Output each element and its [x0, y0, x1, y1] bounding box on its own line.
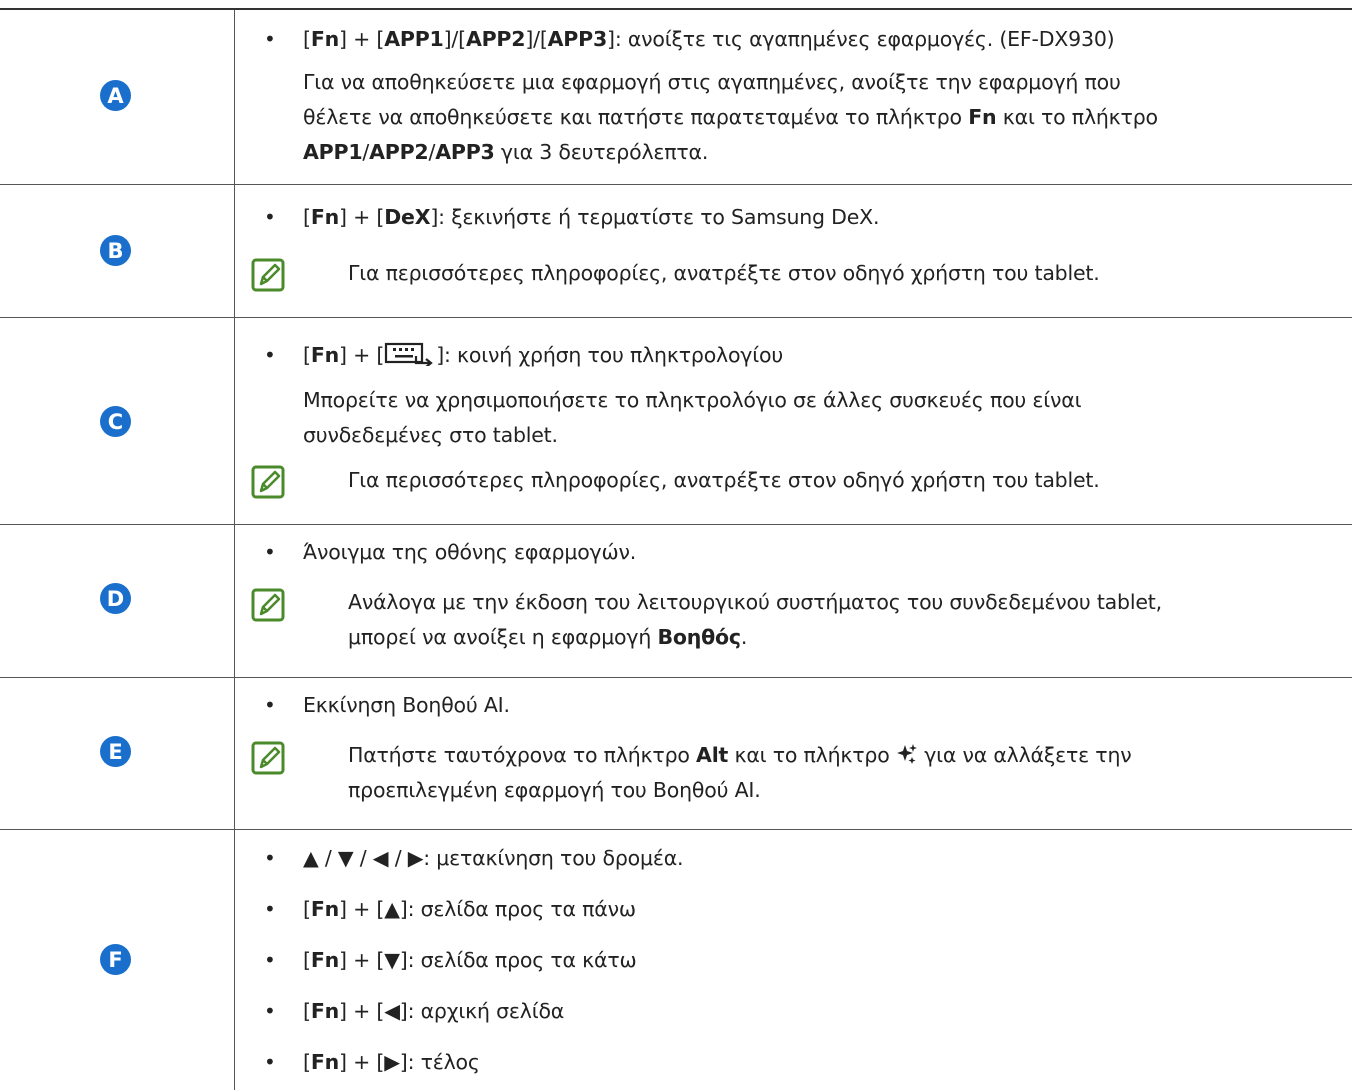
bullet: • [264, 948, 276, 972]
row-d-note-1: Ανάλογα με την έκδοση του λειτουργικού σ… [348, 590, 1162, 614]
row-e-note-1: Πατήστε ταυτόχρονα το πλήκτρο Alt και το… [348, 743, 1132, 767]
row-f-item-2: [Fn] + [▲]: σελίδα προς τα πάνω [303, 897, 636, 921]
row-a-line-4: APP1/APP2/APP3 για 3 δευτερόλεπτα. [303, 140, 709, 164]
badge-c: C [100, 406, 131, 437]
sparkle-key-icon [896, 744, 917, 764]
key-column: C [0, 318, 235, 524]
note-icon [251, 465, 285, 499]
bullet: • [264, 540, 276, 564]
table-row-e: E • Εκκίνηση Βοηθού AI. Πατήστε ταυτόχρο… [0, 678, 1352, 830]
table-row-c: C • [Fn] + []: κοινή χρήση του πληκτρολο… [0, 318, 1352, 525]
bullet: • [264, 693, 276, 717]
row-c-note: Για περισσότερες πληροφορίες, ανατρέξτε … [348, 468, 1100, 492]
table-row-b: B • [Fn] + [DeX]: ξεκινήστε ή τερματίστε… [0, 185, 1352, 318]
row-f-item-3: [Fn] + [▼]: σελίδα προς τα κάτω [303, 948, 637, 972]
badge-b: B [100, 235, 131, 266]
row-b-line-1: [Fn] + [DeX]: ξεκινήστε ή τερματίστε το … [303, 205, 880, 229]
badge-e: E [100, 736, 131, 767]
row-c-line-2: Μπορείτε να χρησιμοποιήσετε το πληκτρολό… [303, 388, 1082, 412]
note-icon [251, 258, 285, 292]
bullet: • [264, 205, 276, 229]
table-row-a: A • [Fn] + [APP1]/[APP2]/[APP3]: ανοίξτε… [0, 8, 1352, 185]
row-e-line-1: Εκκίνηση Βοηθού AI. [303, 693, 510, 717]
row-c-line-3: συνδεδεμένες στο tablet. [303, 423, 558, 447]
shortcut-table: A • [Fn] + [APP1]/[APP2]/[APP3]: ανοίξτε… [0, 8, 1352, 1090]
row-e-note-2: προεπιλεγμένη εφαρμογή του Βοηθού AI. [348, 778, 761, 802]
key-column: E [0, 678, 235, 829]
bullet: • [264, 343, 276, 367]
note-icon [251, 741, 285, 775]
row-f-item-1: ▲ / ▼ / ◀ / ▶: μετακίνηση του δρομέα. [303, 846, 684, 870]
row-d-line-1: Άνοιγμα της οθόνης εφαρμογών. [303, 540, 637, 564]
row-d-note-2: μπορεί να ανοίξει η εφαρμογή Βοηθός. [348, 625, 748, 649]
keyboard-share-key-icon [385, 342, 433, 366]
badge-f: F [100, 944, 131, 975]
row-c-line-1: [Fn] + []: κοινή χρήση του πληκτρολογίου [303, 342, 783, 367]
key-column: D [0, 525, 235, 677]
note-icon [251, 588, 285, 622]
bullet: • [264, 897, 276, 921]
key-column: F [0, 830, 235, 1090]
badge-a: A [100, 80, 131, 111]
badge-d: D [100, 583, 131, 614]
bullet: • [264, 846, 276, 870]
row-a-line-3: θέλετε να αποθηκεύσετε και πατήστε παρατ… [303, 105, 1158, 129]
table-row-f: F • ▲ / ▼ / ◀ / ▶: μετακίνηση του δρομέα… [0, 830, 1352, 1090]
key-column: A [0, 10, 235, 184]
row-f-item-4: [Fn] + [◀]: αρχική σελίδα [303, 999, 565, 1023]
bullet: • [264, 27, 276, 51]
key-column: B [0, 185, 235, 317]
table-row-d: D • Άνοιγμα της οθόνης εφαρμογών. Ανάλογ… [0, 525, 1352, 678]
row-a-line-2: Για να αποθηκεύσετε μια εφαρμογή στις αγ… [303, 70, 1121, 94]
row-b-note: Για περισσότερες πληροφορίες, ανατρέξτε … [348, 261, 1100, 285]
bullet: • [264, 999, 276, 1023]
row-a-line-1: [Fn] + [APP1]/[APP2]/[APP3]: ανοίξτε τις… [303, 27, 1115, 51]
